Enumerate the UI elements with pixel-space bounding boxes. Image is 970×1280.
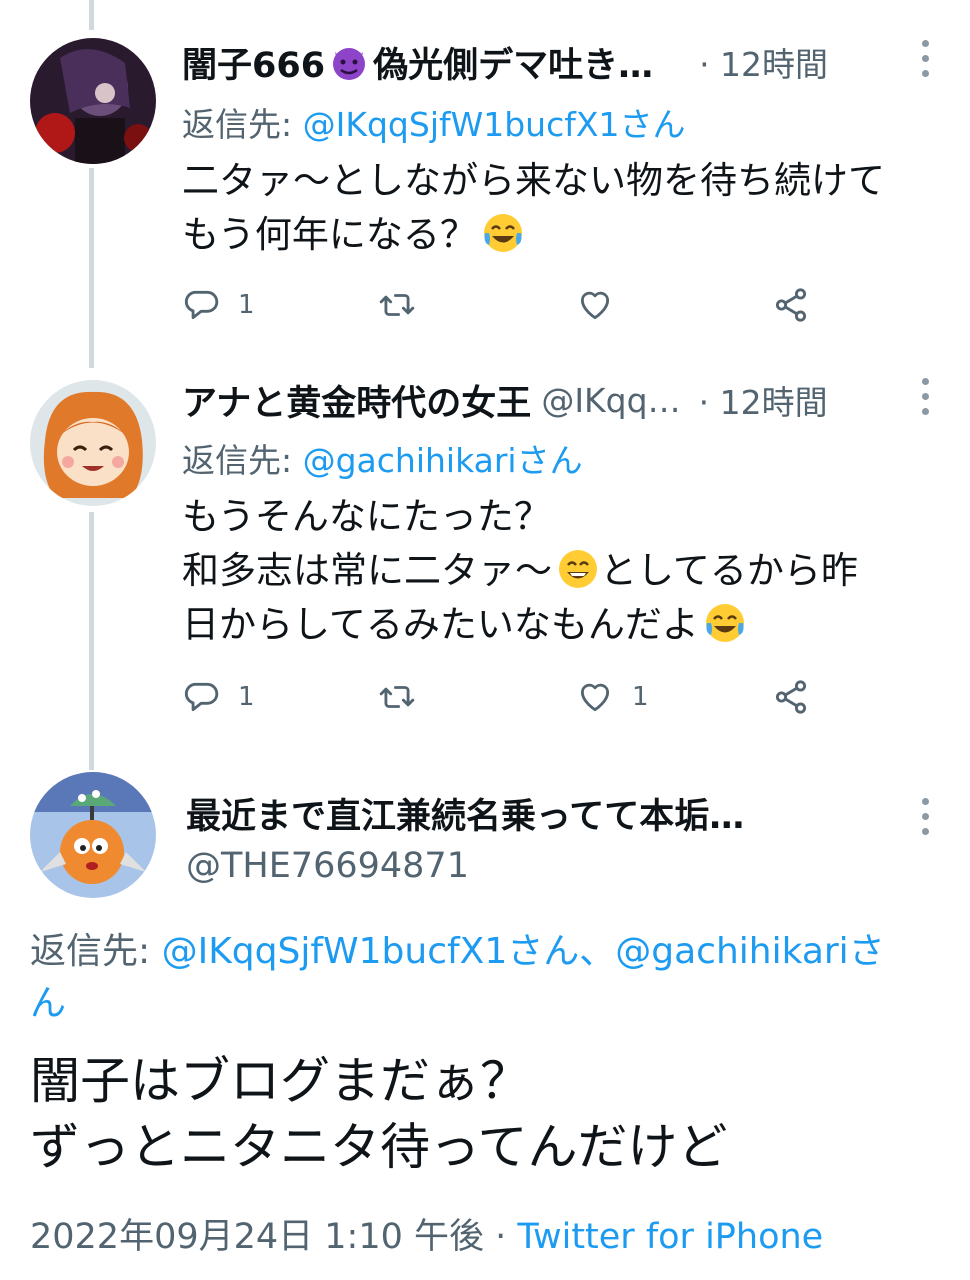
tweet-header: 闇子666 偽光側デマ吐き… · 12時間 [182, 34, 828, 90]
reply-icon [184, 290, 219, 320]
retweet-icon [379, 294, 415, 316]
tweet-header: アナと黄金時代の女王 @IKqq… · 12時間 [182, 372, 828, 428]
tweet-time[interactable]: · 12時間 [699, 376, 828, 424]
reply-to-link[interactable]: @IKqqSjfW1bucfX1さん [162, 931, 580, 972]
meta-separator: · [484, 1217, 518, 1257]
reply-button[interactable]: 1 [182, 286, 255, 324]
share-button[interactable] [772, 678, 810, 716]
like-button[interactable]: 1 [576, 678, 649, 716]
like-icon [580, 683, 610, 712]
more-icon[interactable] [920, 798, 930, 842]
tweet-actions: 1 1 [182, 678, 822, 718]
reply-to-link[interactable]: @gachihikariさん [303, 441, 583, 480]
like-button[interactable] [576, 286, 632, 324]
thread-line [89, 0, 94, 30]
timestamp[interactable]: 2022年09月24日 1:10 午後 [30, 1217, 484, 1257]
tweet-body-line: 和多志は常に二タァ〜 [182, 549, 552, 592]
tweet-body-line: としてるから昨 [600, 549, 858, 592]
reply-to: 返信先: @IKqqSjfW1bucfX1さん [182, 98, 685, 146]
tweet-body: もうそんなにたった？ 和多志は常に二タァ〜 としてるから昨 日からしてるみたいなも… [182, 490, 858, 652]
share-button[interactable] [772, 286, 810, 324]
joy-emoji [705, 604, 744, 642]
display-name-rest[interactable]: 偽光側デマ吐き… [373, 37, 653, 88]
tweet-actions: 1 [182, 286, 822, 326]
share-icon [775, 288, 807, 322]
retweet-icon [379, 686, 415, 708]
like-icon [580, 291, 610, 320]
tweet[interactable]: アナと黄金時代の女王 @IKqq… · 12時間 返信先: @gachihika… [0, 372, 970, 752]
more-icon[interactable] [920, 378, 930, 422]
retweet-button[interactable] [378, 286, 434, 324]
main-reply-to: 返信先: @IKqqSjfW1bucfX1さん、@gachihikariさん [30, 926, 930, 1030]
main-display-name[interactable]: 最近まで直江兼続名乗ってて本垢… [186, 788, 744, 839]
reply-label: 返信先: [182, 105, 303, 144]
main-body-line: ずっとニタニタ待ってんだけど [30, 1118, 728, 1176]
reply-to: 返信先: @gachihikariさん [182, 434, 583, 482]
reply-count: 1 [238, 290, 255, 320]
tweet-body: 二タァ〜としながら来ない物を待ち続けて もう何年になる？ [182, 154, 885, 262]
devil-emoji [333, 48, 366, 80]
reply-label: 返信先: [182, 441, 303, 480]
reply-icon [184, 682, 219, 712]
tweet-body-line: 二タァ〜としながら来ない物を待ち続けて [182, 159, 885, 202]
share-icon [775, 680, 807, 714]
joy-emoji [483, 214, 522, 252]
avatar[interactable] [30, 772, 156, 898]
reply-separator: 、 [579, 931, 616, 972]
reply-button[interactable]: 1 [182, 678, 255, 716]
reply-to-link[interactable]: @gachihikariさ [615, 931, 884, 972]
tweet-body-line: 日からしてるみたいなもんだよ [182, 603, 699, 646]
more-icon[interactable] [920, 40, 930, 84]
reply-count: 1 [238, 682, 255, 712]
retweet-button[interactable] [378, 678, 434, 716]
handle[interactable]: @IKqq… [541, 381, 680, 420]
reply-to-link-wrap[interactable]: ん [30, 983, 66, 1024]
main-body-line: 闇子はブログまだぁ？ [30, 1052, 530, 1110]
display-name[interactable]: アナと黄金時代の女王 [182, 375, 531, 426]
source-link[interactable]: Twitter for iPhone [517, 1217, 823, 1257]
reply-to-link[interactable]: @IKqqSjfW1bucfX1さん [303, 105, 686, 144]
tweet-body-line: もう何年になる？ [182, 213, 477, 256]
display-name[interactable]: 闇子666 [182, 37, 325, 88]
grin-emoji [559, 550, 597, 588]
main-tweet-meta: 2022年09月24日 1:10 午後 · Twitter for iPhone [30, 1208, 823, 1259]
reply-label: 返信先: [30, 931, 162, 972]
main-handle[interactable]: @THE76694871 [186, 846, 469, 886]
main-tweet-body: 闇子はブログまだぁ？ ずっとニタニタ待ってんだけど [30, 1048, 728, 1180]
tweet-time[interactable]: · 12時間 [699, 38, 828, 86]
tweet[interactable]: 闇子666 偽光側デマ吐き… · 12時間 返信先: @IKqqSjfW1buc… [0, 34, 970, 334]
like-count: 1 [632, 682, 649, 712]
tweet-body-line: もうそんなにたった？ [182, 495, 551, 538]
